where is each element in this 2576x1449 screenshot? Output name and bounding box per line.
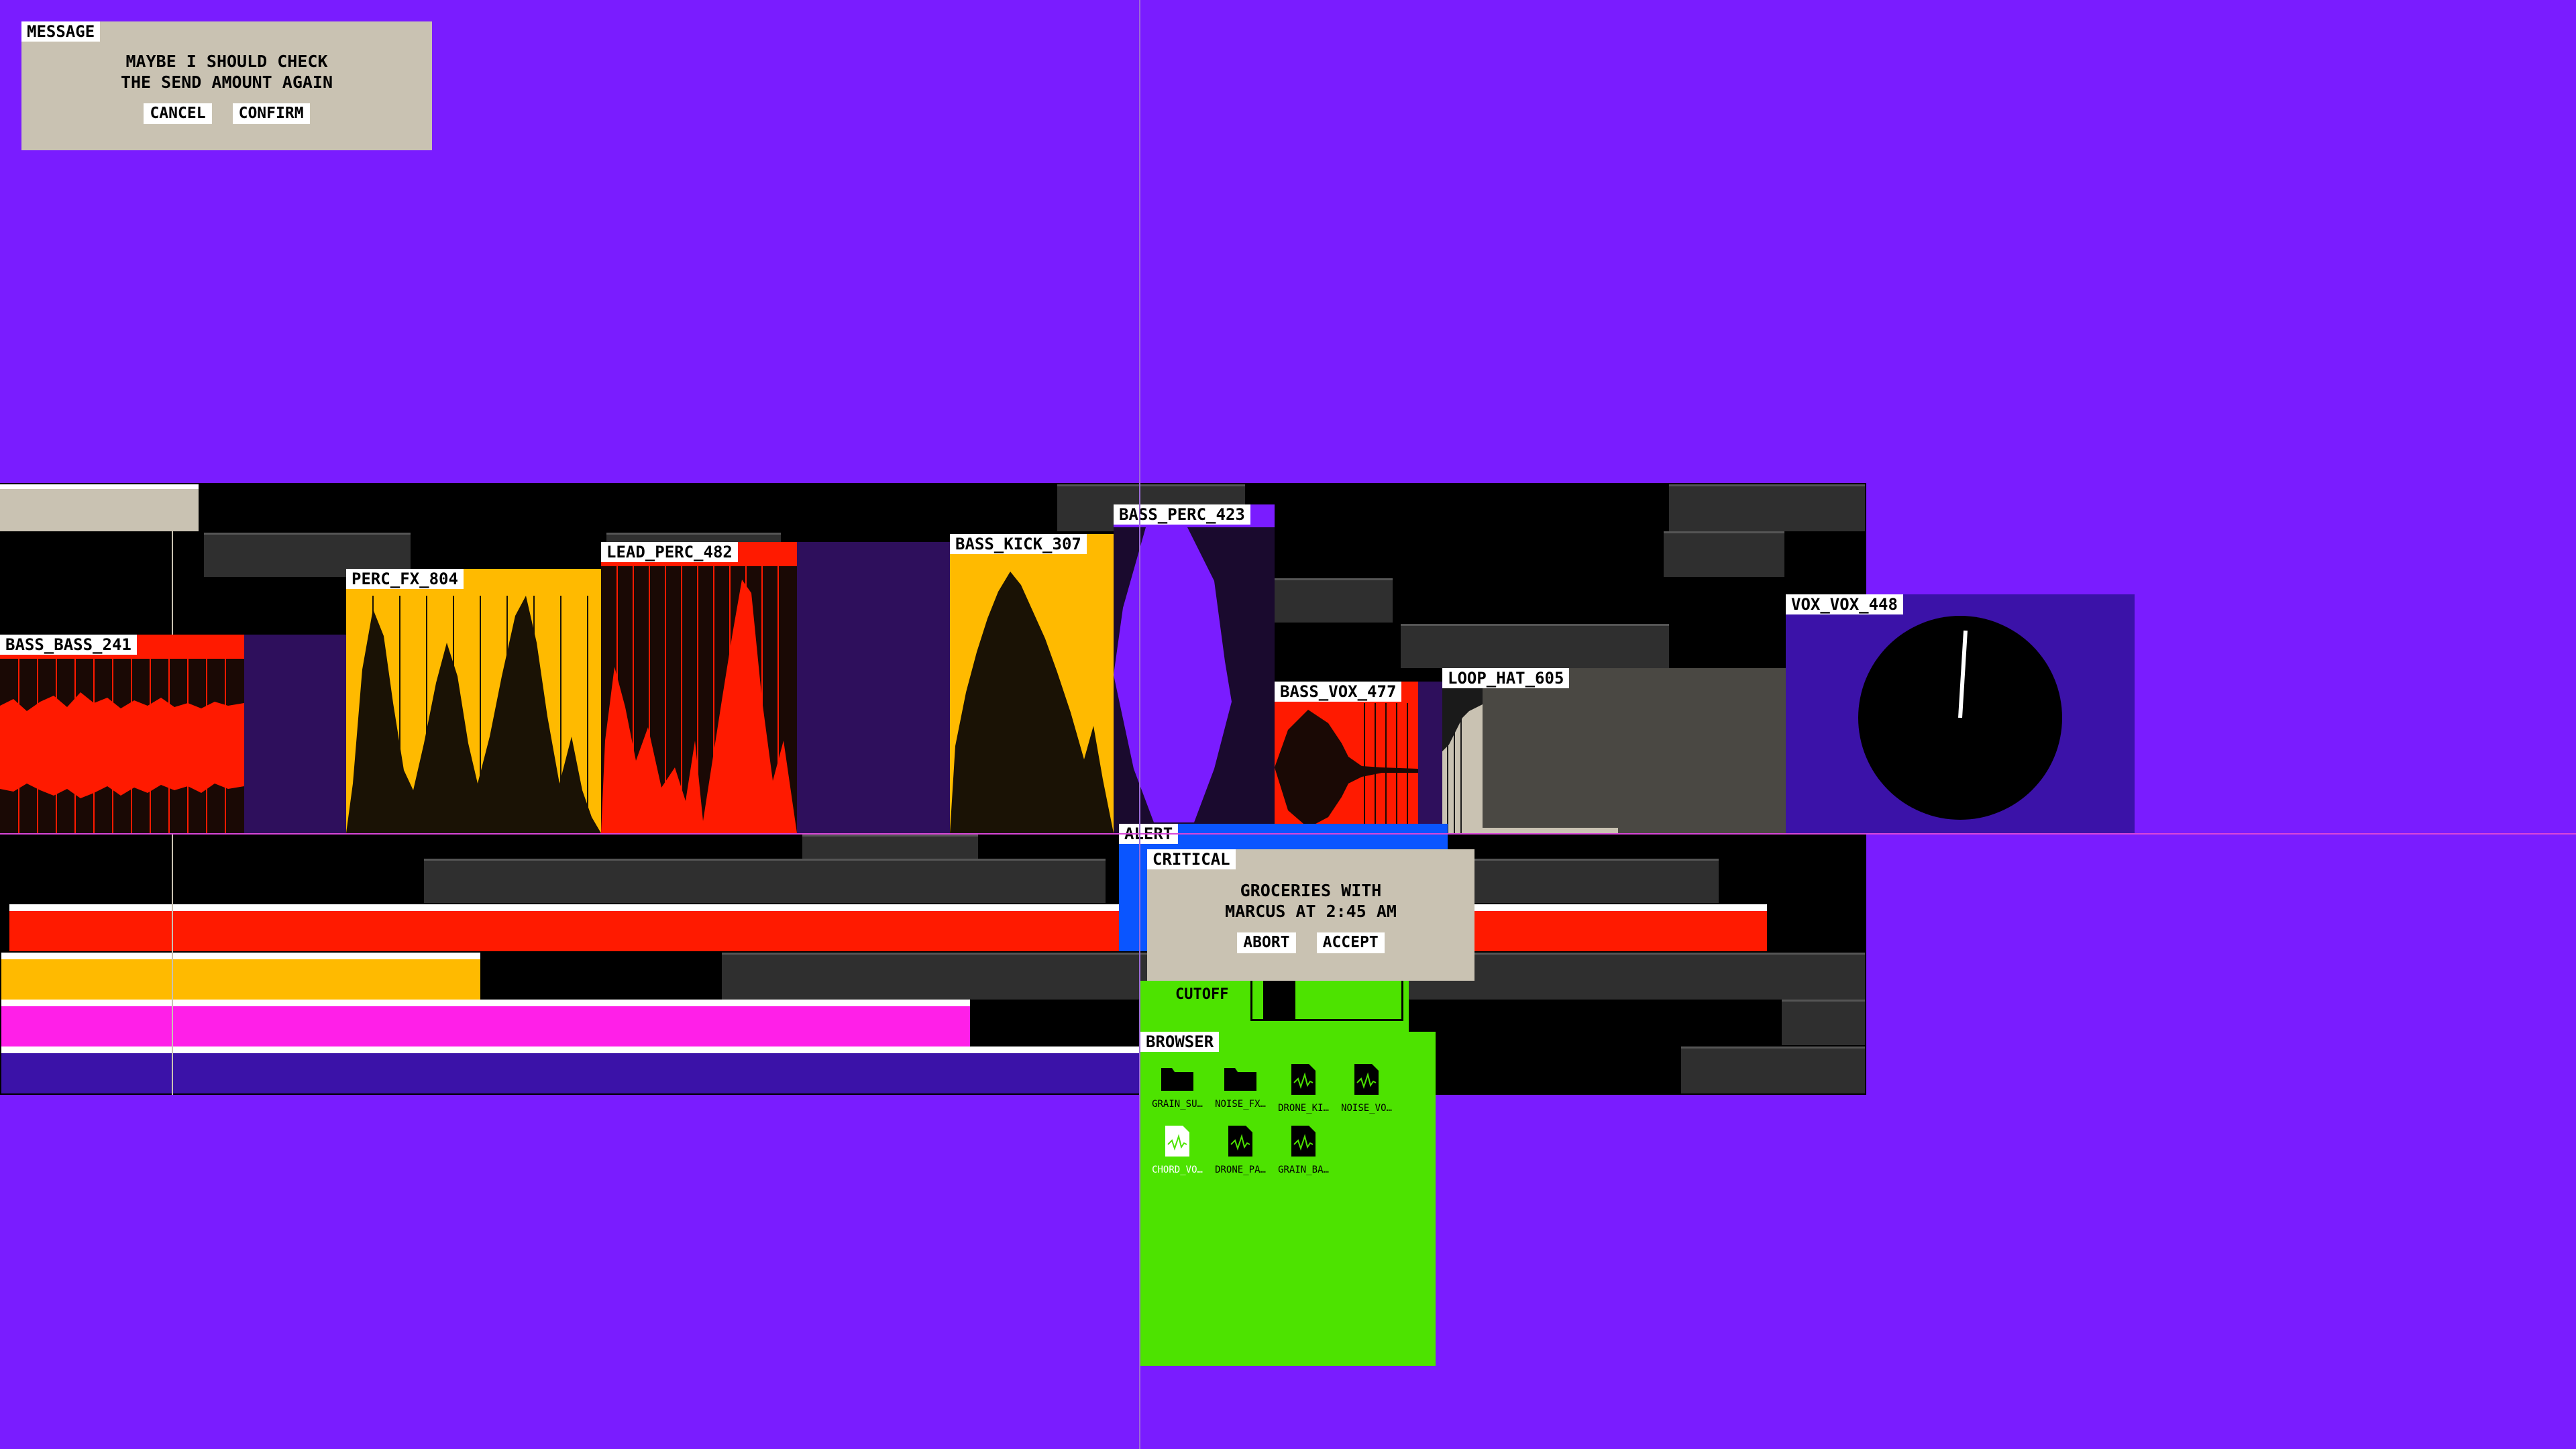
waveform (346, 596, 601, 833)
lane-block (1483, 668, 1786, 833)
lane-block (1681, 1046, 1865, 1093)
clip-bass-perc-423[interactable]: BASS_PERC_423 (1114, 504, 1275, 833)
critical-dialog: CRITICAL GROCERIES WITH MARCUS AT 2:45 A… (1147, 849, 1474, 981)
alert-line-1: GROCERIES WITH (1240, 881, 1382, 900)
lane-block (1782, 1000, 1865, 1045)
browser-item-selected[interactable]: CHORD_VO… (1150, 1124, 1205, 1175)
clip-perc-fx-804[interactable]: PERC_FX_804 (346, 569, 601, 833)
waveform (0, 659, 244, 833)
browser-item-label: DRONE_PA… (1215, 1165, 1266, 1175)
browser-item[interactable]: DRONE_PA… (1213, 1124, 1268, 1175)
message-line-1: MAYBE I SHOULD CHECK (125, 52, 328, 71)
browser-title: BROWSER (1140, 1032, 1220, 1052)
browser-item[interactable]: NOISE_VO… (1339, 1063, 1394, 1114)
clip-vox-vox-448[interactable]: VOX_VOX_448 (1786, 594, 2135, 833)
vertical-guide-line (1139, 0, 1140, 1449)
clip-footer-bar (1483, 828, 1618, 833)
message-dialog: MESSAGE MAYBE I SHOULD CHECK THE SEND AM… (21, 21, 432, 150)
audio-file-icon (1354, 1064, 1379, 1095)
lane-block (424, 859, 1106, 903)
waveform (1442, 691, 1483, 833)
browser-item-label: GRAIN_SU… (1152, 1099, 1203, 1110)
track-header-block (0, 484, 199, 531)
audio-file-icon (1291, 1126, 1316, 1157)
folder-icon (1161, 1068, 1193, 1091)
track-lanes-panel (0, 835, 1866, 1095)
audio-file-icon (1291, 1064, 1316, 1095)
waveform (1114, 527, 1275, 833)
audio-file-icon (1228, 1126, 1252, 1157)
track-bar-red[interactable] (9, 904, 1767, 951)
clip-title: PERC_FX_804 (346, 569, 464, 589)
lane-block (1473, 859, 1719, 903)
browser-item-label: NOISE_VO… (1341, 1103, 1392, 1114)
waveform (1275, 703, 1418, 833)
clip-loop-hat-605[interactable]: LOOP_HAT_605 (1442, 668, 1570, 833)
clip-title: BASS_VOX_477 (1275, 682, 1402, 702)
clip-bass-vox-477[interactable]: BASS_VOX_477 (1275, 682, 1418, 833)
clip-title: LEAD_PERC_482 (601, 542, 738, 562)
waveform (601, 566, 797, 833)
clip-title: BASS_PERC_423 (1114, 504, 1250, 525)
browser-item-label: GRAIN_BA… (1278, 1165, 1329, 1175)
clip-title: BASS_KICK_307 (950, 534, 1087, 554)
browser-item[interactable]: NOISE_FX… (1213, 1063, 1268, 1110)
playhead-line (172, 835, 173, 1095)
browser-item-label: CHORD_VO… (1152, 1165, 1203, 1175)
lane-block (1275, 578, 1393, 623)
accept-button[interactable]: ACCEPT (1316, 932, 1385, 953)
clip-title: VOX_VOX_448 (1786, 594, 1903, 614)
cutoff-slider[interactable] (1250, 981, 1403, 1021)
cancel-button[interactable]: CANCEL (144, 103, 212, 124)
clip-region (244, 635, 346, 833)
knob[interactable] (1856, 613, 2065, 822)
waveform (950, 572, 1114, 833)
clip-title: BASS_BASS_241 (0, 635, 137, 655)
horizontal-guide-line (0, 833, 2576, 835)
browser-item[interactable]: GRAIN_BA… (1276, 1124, 1331, 1175)
browser-item-label: NOISE_FX… (1215, 1099, 1266, 1110)
alert-line-2: MARCUS AT 2:45 AM (1225, 902, 1397, 921)
critical-dialog-title: CRITICAL (1147, 849, 1236, 869)
folder-icon (1224, 1068, 1256, 1091)
clip-bass-kick-307[interactable]: BASS_KICK_307 (950, 534, 1114, 833)
clip-region (797, 542, 950, 833)
browser-item[interactable]: GRAIN_SU… (1150, 1063, 1205, 1110)
browser-panel: BROWSER GRAIN_SU… NOISE_FX… DRONE_KI… NO… (1140, 1032, 1436, 1366)
track-bar-magenta[interactable] (1, 1000, 970, 1046)
confirm-button[interactable]: CONFIRM (232, 103, 310, 124)
cutoff-slider-fill (1263, 981, 1295, 1019)
audio-file-icon (1165, 1126, 1189, 1157)
clip-lead-perc-482[interactable]: LEAD_PERC_482 (601, 542, 797, 833)
filter-panel: CUTOFF (1140, 981, 1409, 1032)
clip-title: LOOP_HAT_605 (1442, 668, 1570, 688)
track-bar-amber[interactable] (1, 953, 480, 1000)
lane-block (802, 835, 978, 860)
message-line-2: THE SEND AMOUNT AGAIN (120, 72, 333, 92)
message-dialog-title: MESSAGE (21, 21, 101, 42)
lane-block (1401, 624, 1669, 668)
clip-region (1418, 682, 1442, 833)
clip-bass-bass-241[interactable]: BASS_BASS_241 (0, 635, 244, 833)
cutoff-label: CUTOFF (1175, 986, 1229, 1003)
lane-block (1669, 484, 1865, 531)
browser-item[interactable]: DRONE_KI… (1276, 1063, 1331, 1114)
lane-block (1664, 531, 1784, 577)
abort-button[interactable]: ABORT (1237, 932, 1296, 953)
browser-item-label: DRONE_KI… (1278, 1103, 1329, 1114)
